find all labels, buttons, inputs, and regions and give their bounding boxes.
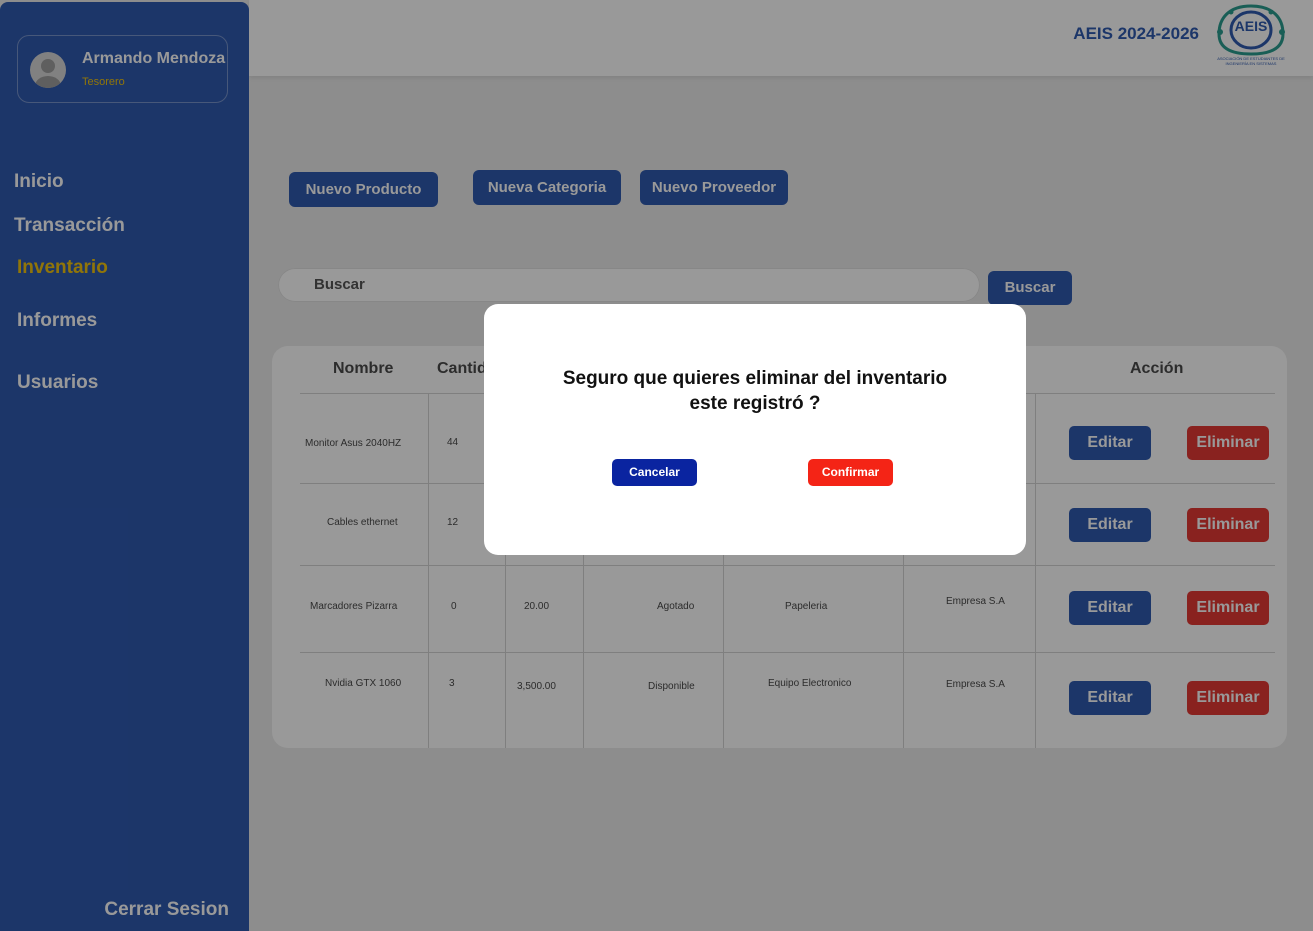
- delete-confirm-dialog: Seguro que quieres eliminar del inventar…: [484, 304, 1026, 555]
- dialog-message-line-2: este registró ?: [689, 393, 821, 414]
- cancel-button[interactable]: Cancelar: [612, 459, 697, 486]
- dialog-message-line-1: Seguro que quieres eliminar del inventar…: [562, 368, 948, 389]
- dialog-message: Seguro que quieres eliminar del inventar…: [484, 366, 1026, 416]
- confirm-button[interactable]: Confirmar: [808, 459, 893, 486]
